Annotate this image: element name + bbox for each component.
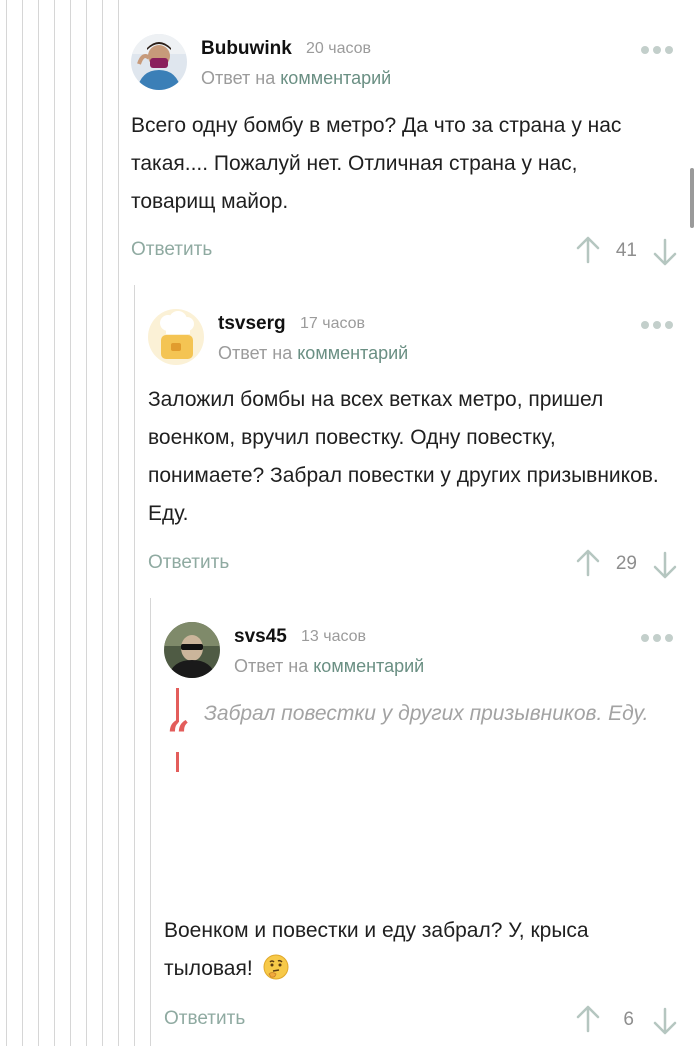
reply-button[interactable]: Ответить bbox=[164, 1008, 245, 1030]
parent-comment-link[interactable]: комментарий bbox=[313, 656, 424, 676]
upvote-icon[interactable] bbox=[575, 549, 601, 577]
reply-prefix: Ответ на bbox=[218, 343, 293, 363]
comment-time: 17 часов bbox=[300, 315, 366, 332]
more-options-icon[interactable] bbox=[641, 321, 673, 329]
chef-avatar-icon[interactable] bbox=[148, 309, 204, 365]
comment: svs45 13 часов Ответ на комментарий “ За… bbox=[164, 622, 681, 1042]
rating-count: 29 bbox=[615, 553, 637, 574]
parent-comment-link[interactable]: комментарий bbox=[297, 343, 408, 363]
reply-button[interactable]: Ответить bbox=[131, 239, 212, 261]
reply-to: Ответ на комментарий bbox=[234, 656, 424, 677]
comment-text: Военком и повестки и еду забрал? У, крыс… bbox=[164, 912, 664, 988]
comment-text-content: Военком и повестки и еду забрал? У, крыс… bbox=[164, 919, 589, 980]
thread-line bbox=[70, 0, 71, 1046]
more-options-icon[interactable] bbox=[641, 46, 673, 54]
reply-prefix: Ответ на bbox=[201, 68, 276, 88]
quoted-text: Забрал повестки у других призывников. Ед… bbox=[204, 702, 649, 725]
username[interactable]: svs45 bbox=[234, 626, 287, 648]
comment: tsvserg 17 часов Ответ на комментарий За… bbox=[148, 309, 681, 579]
reply-prefix: Ответ на bbox=[234, 656, 309, 676]
thread-line bbox=[134, 285, 135, 1046]
comment-time: 13 часов bbox=[301, 628, 367, 645]
scrollbar[interactable] bbox=[690, 168, 694, 228]
username[interactable]: tsvserg bbox=[218, 313, 286, 335]
thread-line bbox=[102, 0, 103, 1046]
downvote-icon[interactable] bbox=[652, 238, 678, 266]
thread-line bbox=[54, 0, 55, 1046]
user-avatar-photo-icon[interactable] bbox=[131, 34, 187, 90]
comment-text: Всего одну бомбу в метро? Да что за стра… bbox=[131, 114, 622, 213]
comment-text: Заложил бомбы на всех ветках метро, приш… bbox=[148, 388, 659, 525]
thread-line bbox=[6, 0, 7, 1046]
reply-button[interactable]: Ответить bbox=[148, 552, 229, 574]
quote-mark-icon: “ bbox=[167, 713, 191, 760]
thread-line bbox=[150, 598, 151, 1046]
upvote-icon[interactable] bbox=[575, 1005, 601, 1033]
more-options-icon[interactable] bbox=[641, 634, 673, 642]
downvote-icon[interactable] bbox=[652, 1007, 678, 1035]
thread-line bbox=[38, 0, 39, 1046]
user-avatar-photo-icon[interactable] bbox=[164, 622, 220, 678]
rating-count: 6 bbox=[623, 1009, 634, 1030]
reply-to: Ответ на комментарий bbox=[201, 68, 391, 89]
upvote-icon[interactable] bbox=[575, 236, 601, 264]
thread-line bbox=[22, 0, 23, 1046]
comment: Bubuwink 20 часов Ответ на комментарий В… bbox=[131, 34, 681, 274]
comment-time: 20 часов bbox=[306, 40, 372, 57]
thread-line bbox=[86, 0, 87, 1046]
thinking-face-emoji bbox=[263, 954, 289, 980]
parent-comment-link[interactable]: комментарий bbox=[280, 68, 391, 88]
downvote-icon[interactable] bbox=[652, 551, 678, 579]
thread-line bbox=[118, 0, 119, 1046]
reply-to: Ответ на комментарий bbox=[218, 343, 408, 364]
username[interactable]: Bubuwink bbox=[201, 38, 292, 60]
rating-count: 41 bbox=[615, 240, 637, 261]
